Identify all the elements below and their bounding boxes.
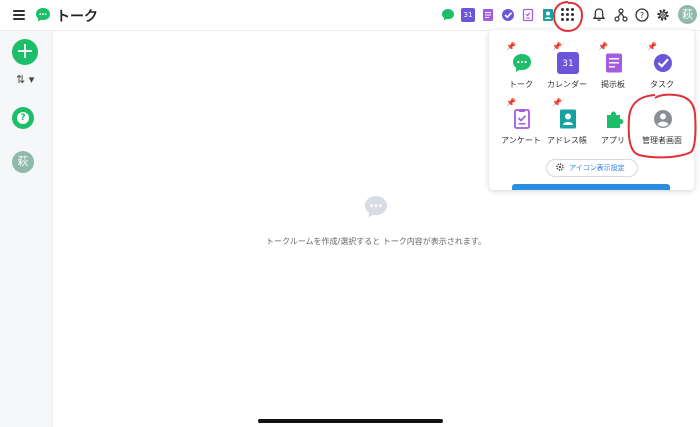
gear-icon <box>556 163 564 171</box>
puzzle-icon <box>607 111 624 128</box>
scroll-indicator <box>512 184 670 190</box>
empty-talk-icon <box>365 196 387 218</box>
home-indicator <box>258 419 443 423</box>
task-icon[interactable] <box>501 8 515 22</box>
new-talk-button[interactable]: + <box>12 39 38 65</box>
menu-item-label: タスク <box>650 80 674 89</box>
sidebar-avatar[interactable]: 萩 <box>12 151 34 173</box>
pin-icon: 📌 <box>552 98 562 107</box>
survey-app-icon <box>514 109 530 129</box>
survey-icon[interactable] <box>521 8 535 22</box>
menu-item-task[interactable]: 📌 タスク <box>637 42 687 94</box>
pin-icon: 📌 <box>647 42 657 51</box>
svg-text:?: ? <box>640 11 644 20</box>
calendar-icon[interactable]: 31 <box>461 8 475 22</box>
calendar-app-icon: 31 <box>557 52 579 74</box>
talk-app-icon <box>513 54 531 72</box>
gear-icon[interactable] <box>655 7 671 23</box>
settings-label: アイコン表示設定 <box>569 164 625 172</box>
task-app-icon <box>654 54 672 72</box>
board-app-icon <box>606 53 622 73</box>
app-launcher-menu: 📌 トーク 📌 31 カレンダー 📌 掲示板 📌 タスク 📌 アンケート 📌 ア… <box>489 30 694 190</box>
sort-button[interactable]: ⇅ ▾ <box>16 73 34 86</box>
talk-logo-icon <box>36 8 50 22</box>
talk-icon[interactable] <box>441 8 455 22</box>
admin-user-icon <box>654 110 672 128</box>
menu-item-admin[interactable]: 管理者画面 <box>637 98 687 150</box>
help-icon[interactable]: ? <box>634 7 650 23</box>
address-book-app-icon <box>560 109 576 129</box>
question-icon: ? <box>17 112 29 124</box>
hamburger-menu-icon[interactable] <box>13 10 25 20</box>
apps-grid-icon[interactable] <box>561 8 575 22</box>
board-icon[interactable] <box>481 8 495 22</box>
empty-state-message: トークルームを作成/選択すると トーク内容が表示されます。 <box>266 237 486 246</box>
top-bar: トーク 31 ? 萩 <box>0 0 700 31</box>
icon-display-settings-button[interactable]: アイコン表示設定 <box>546 159 638 177</box>
address-book-icon[interactable] <box>541 8 555 22</box>
pin-icon: 📌 <box>506 42 516 51</box>
org-chart-icon[interactable] <box>613 7 629 23</box>
pin-icon: 📌 <box>506 98 516 107</box>
menu-item-label: 管理者画面 <box>642 136 682 145</box>
page-title: トーク <box>56 9 98 25</box>
pin-icon: 📌 <box>598 42 608 51</box>
bell-icon[interactable] <box>591 7 607 23</box>
user-avatar[interactable]: 萩 <box>678 5 697 24</box>
pin-icon: 📌 <box>552 42 562 51</box>
sidebar: + ⇅ ▾ ? 萩 <box>0 31 53 427</box>
help-button[interactable]: ? <box>12 107 34 129</box>
